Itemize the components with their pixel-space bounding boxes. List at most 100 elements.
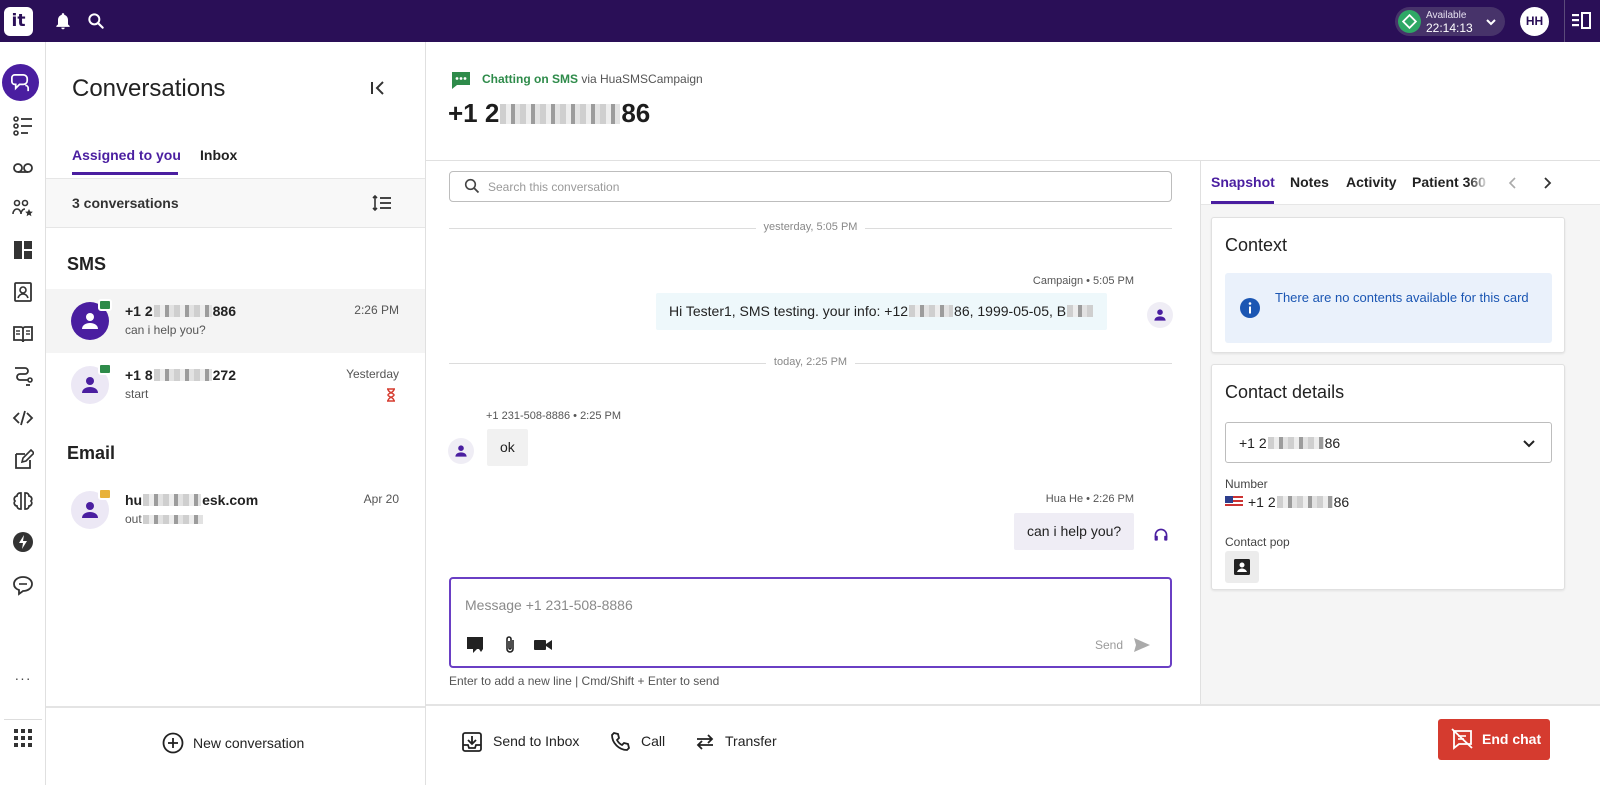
context-card: Context There are no contents available … <box>1211 217 1565 353</box>
available-status-icon <box>1398 10 1421 33</box>
rail-divider <box>4 719 42 720</box>
sms-channel-icon <box>98 363 112 375</box>
app-logo[interactable]: it <box>4 7 33 36</box>
lightning-icon[interactable] <box>12 531 34 553</box>
call-label: Call <box>641 733 666 749</box>
call-button[interactable]: Call <box>609 730 669 754</box>
feedback-icon[interactable] <box>12 574 34 596</box>
end-chat-label: End chat <box>1482 731 1542 747</box>
message-meta: +1 231-508-8886 • 2:25 PM <box>486 410 622 422</box>
conversation-time: 2:26 PM <box>354 303 399 317</box>
contact-pop-button[interactable] <box>1225 551 1259 583</box>
conversation-count-bar: 3 conversations <box>46 178 425 228</box>
quick-reply-icon[interactable] <box>465 635 485 655</box>
person-icon <box>455 445 467 457</box>
message-composer[interactable]: Send <box>449 577 1172 668</box>
search-conversation-input[interactable] <box>488 172 1158 201</box>
left-nav-rail: ··· <box>0 42 46 785</box>
conversation-search[interactable] <box>449 171 1172 202</box>
knowledge-book-icon[interactable] <box>12 323 34 345</box>
tab-snapshot[interactable]: Snapshot <box>1211 174 1275 190</box>
campaign-label: via HuaSMSCampaign <box>581 72 703 86</box>
contact-pop-label: Contact pop <box>1225 535 1290 549</box>
message-bubble-outbound: can i help you? <box>1014 513 1135 550</box>
chevron-down-icon <box>1484 15 1498 29</box>
channel-info: Chatting on SMS via HuaSMSCampaign <box>482 72 703 86</box>
send-button[interactable]: Send <box>1095 634 1159 656</box>
contact-details-title: Contact details <box>1225 382 1345 402</box>
sort-icon[interactable] <box>372 193 392 213</box>
code-icon[interactable] <box>12 407 34 429</box>
user-avatar[interactable]: HH <box>1520 7 1549 36</box>
search-icon <box>464 178 480 194</box>
empty-info-banner: There are no contents available for this… <box>1225 273 1552 343</box>
agent-headset-icon <box>1147 521 1173 547</box>
availability-timer: 22:14:13 <box>1426 21 1473 35</box>
collapse-panel-icon[interactable] <box>368 78 388 98</box>
message-meta: Hua He • 2:26 PM <box>1045 493 1134 505</box>
plus-circle-icon <box>162 732 184 754</box>
section-heading-sms: SMS <box>67 254 107 274</box>
bell-icon[interactable] <box>53 11 73 31</box>
tab-activity[interactable]: Activity <box>1346 174 1397 190</box>
app-grid-icon[interactable] <box>12 727 34 749</box>
contact-phone-number: +1 2 86 <box>448 98 651 128</box>
send-arrow-icon <box>1134 638 1150 652</box>
panel-toggle-icon[interactable] <box>1570 11 1592 31</box>
new-conversation-label: New conversation <box>193 735 305 751</box>
conversation-name: +1 8 272 <box>125 367 236 383</box>
team-icon[interactable] <box>12 197 34 219</box>
availability-selector[interactable]: Available 22:14:13 <box>1395 7 1505 36</box>
conversation-item[interactable]: hu esk.com out Apr 20 <box>46 478 425 542</box>
conversation-time: Apr 20 <box>363 492 399 506</box>
side-panel-tabs: Snapshot Notes Activity Patient 360 <box>1201 161 1600 205</box>
transfer-label: Transfer <box>725 733 777 749</box>
person-icon <box>1154 309 1166 321</box>
chat-header: Chatting on SMS via HuaSMSCampaign +1 28… <box>426 42 1600 161</box>
edit-note-icon[interactable] <box>12 449 34 471</box>
chevron-left-icon[interactable] <box>1505 175 1521 191</box>
info-icon <box>1240 298 1260 318</box>
conversation-preview: start <box>125 387 149 401</box>
conversation-item[interactable]: +1 2 886 can i help you? 2:26 PM <box>46 289 425 353</box>
composer-hint: Enter to add a new line | Cmd/Shift + En… <box>449 674 720 688</box>
contact-select-value: +1 2 86 <box>1239 435 1341 451</box>
conversation-item[interactable]: +1 8 272 start Yesterday <box>46 353 425 417</box>
search-icon[interactable] <box>86 11 106 31</box>
message-input[interactable] <box>465 593 1155 617</box>
voicemail-icon[interactable] <box>12 156 34 178</box>
chevron-right-icon[interactable] <box>1539 175 1555 191</box>
contact-number: +1 2 86 <box>1225 494 1349 510</box>
send-to-inbox-label: Send to Inbox <box>493 733 580 749</box>
conversation-name: hu esk.com <box>125 492 259 508</box>
dashboard-icon[interactable] <box>12 239 34 261</box>
inbox-icon <box>462 732 482 752</box>
chat-action-bar: Send to Inbox Call Transfer End chat <box>426 704 1600 785</box>
tab-notes[interactable]: Notes <box>1290 174 1329 190</box>
end-chat-button[interactable]: End chat <box>1438 719 1550 760</box>
send-to-inbox-button[interactable]: Send to Inbox <box>461 730 585 754</box>
person-icon <box>82 313 98 329</box>
ai-brain-icon[interactable] <box>12 490 34 512</box>
rail-item-conversations[interactable] <box>2 64 39 101</box>
rail-more-icon[interactable]: ··· <box>10 670 36 686</box>
active-tab-indicator <box>72 172 178 175</box>
tab-assigned-to-you[interactable]: Assigned to you <box>72 147 181 163</box>
contact-card-icon[interactable] <box>12 281 34 303</box>
send-label: Send <box>1095 638 1124 652</box>
transfer-arrows-icon <box>696 734 714 750</box>
number-label: Number <box>1225 477 1268 491</box>
transfer-button[interactable]: Transfer <box>694 730 784 754</box>
conversation-name: +1 2 886 <box>125 303 236 319</box>
message-bubble-inbound: ok <box>487 429 528 466</box>
contact-number-select[interactable]: +1 2 86 <box>1225 422 1552 463</box>
flow-routing-icon[interactable] <box>12 365 34 387</box>
tab-inbox[interactable]: Inbox <box>200 147 237 163</box>
queue-list-icon[interactable] <box>12 115 34 137</box>
end-chat-icon <box>1451 728 1473 750</box>
video-icon[interactable] <box>533 635 553 655</box>
conversation-count: 3 conversations <box>72 195 179 211</box>
attachment-icon[interactable] <box>500 635 520 655</box>
day-separator: yesterday, 5:05 PM <box>449 221 1172 235</box>
conversations-panel: Conversations Assigned to you Inbox 3 co… <box>46 42 426 785</box>
